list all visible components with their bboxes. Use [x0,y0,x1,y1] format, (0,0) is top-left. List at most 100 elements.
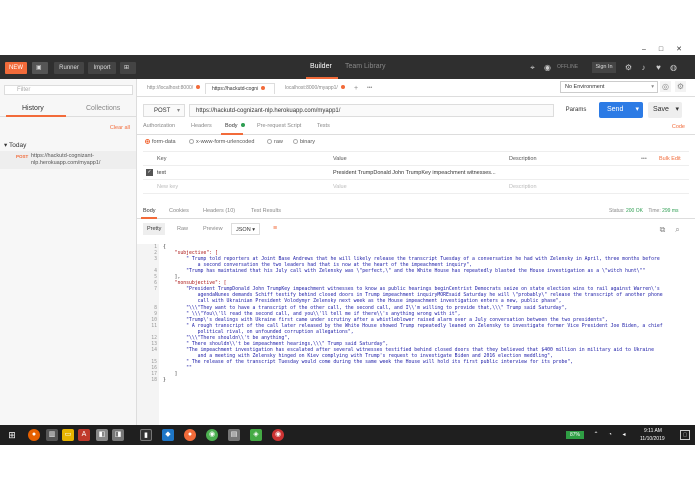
layout-toggle-button[interactable]: ▣ [32,62,48,74]
more-options-icon[interactable]: ••• [641,156,647,162]
new-window-button[interactable]: ⊞ [120,62,136,74]
format-preview-button[interactable]: Preview [199,223,227,235]
request-tab[interactable]: http://localhost:8000/ [141,83,201,94]
params-button[interactable]: Params [557,104,595,117]
task-view-icon[interactable]: ▥ [46,429,58,441]
wrap-lines-icon[interactable]: ≡ [269,223,281,235]
app-icon[interactable]: ◨ [112,429,124,441]
file-explorer-icon[interactable]: ▭ [62,429,74,441]
close-button[interactable]: ✕ [672,45,686,55]
line-number: 8 [154,305,157,311]
format-pretty-button[interactable]: Pretty [143,223,166,235]
network-icon[interactable]: ◔ [604,429,616,441]
response-code-view[interactable]: 1 2 3 4 5 6 7 8 9 10 11 12 13 14 15 16 17 18 { "subjectiv… [137,244,695,425]
chevron-down-icon: ▾ [635,106,639,113]
app-icon[interactable]: ◈ [250,429,262,441]
response-tab-cookies[interactable]: Cookies [169,208,189,214]
eye-icon[interactable]: ◎ [660,81,671,92]
form-data-table: Key Value Description ••• Bulk Edit ✓ te… [143,151,689,194]
code-link[interactable]: Code [672,124,685,130]
battery-indicator[interactable]: 87% [566,431,584,439]
new-button[interactable]: NEW [5,62,27,74]
sidebar-layout-icon: ▣ [36,65,42,71]
windows-start-icon[interactable]: ⊞ [6,429,18,441]
tab-collections[interactable]: Collections [86,105,120,112]
windows-taskbar: ⊞ ● ▥ ▭ A ◧ ◨ ▮ ◆ ● ◉ ▤ ◈ ◉ 87% ⌃ ◔ ◂ 9:… [0,425,695,445]
firefox-icon[interactable]: ● [28,429,40,441]
clock-date[interactable]: 11/10/2019 [640,436,665,442]
postman-icon[interactable]: ● [184,429,196,441]
title-bar: – □ ✕ [0,45,695,55]
vscode-icon[interactable]: ◆ [162,429,174,441]
row-value[interactable]: President TrumpDonald John TrumpKey impe… [333,170,496,176]
code-line: "Trump\'s dealings with Ukraine first ca… [163,317,608,323]
environment-select[interactable]: No Environment ▾ [560,81,658,93]
response-tab-test-results[interactable]: Test Results [251,208,281,214]
more-tabs-button[interactable]: ••• [361,83,372,94]
radio-raw[interactable]: raw [267,139,283,145]
satellite-icon[interactable]: ◍ [668,62,679,73]
import-button[interactable]: Import [88,62,116,74]
method-select[interactable]: POST ▾ [143,104,185,117]
send-button[interactable]: Send ▾ [599,102,643,118]
sign-in-button[interactable]: Sign In [592,62,616,73]
new-window-icon: ⊞ [124,65,130,71]
row-enabled-checkbox[interactable]: ✓ [146,169,153,176]
radio-form-data[interactable]: form-data [145,139,176,145]
row-key[interactable]: text [157,170,166,176]
mode-team-library-tab[interactable]: Team Library [345,63,385,70]
language-select[interactable]: JSON ▾ [231,223,260,235]
code-line: " A rough transcript of the call later r… [163,323,663,329]
request-tab-active[interactable]: https://hackutd-cogni [205,83,275,94]
history-group-today[interactable]: ▾ Today [4,141,26,149]
chrome-icon[interactable]: ◉ [272,429,284,441]
gear-icon[interactable]: ⚙ [675,81,686,92]
bell-icon[interactable]: ♪ [638,62,649,73]
chrome-icon[interactable]: ◉ [206,429,218,441]
line-number: 17 [151,372,157,378]
interceptor-icon[interactable]: ⌖ [527,62,538,73]
request-tab[interactable]: localhost:8000/myapp1/ [279,83,349,94]
add-tab-button[interactable]: + [348,83,358,94]
tab-headers[interactable]: Headers [191,123,212,129]
bulk-edit-link[interactable]: Bulk Edit [659,156,681,162]
radio-binary[interactable]: binary [293,139,315,145]
new-description-input[interactable]: Description [509,184,537,190]
volume-icon[interactable]: ◂ [618,429,630,441]
url-input[interactable]: https://hackutd-cognizant-nlp.herokuapp.… [189,104,554,117]
runner-button[interactable]: Runner [54,62,84,74]
tab-tests[interactable]: Tests [317,123,330,129]
chevron-up-icon[interactable]: ⌃ [590,429,602,441]
filter-input[interactable]: Filter [4,85,133,95]
line-number: 12 [151,335,157,341]
column-value: Value [333,156,347,162]
notifications-icon[interactable]: ▢ [680,430,690,440]
heart-icon[interactable]: ♥ [653,62,664,73]
pdf-reader-icon[interactable]: A [78,429,90,441]
maximize-button[interactable]: □ [654,45,668,55]
response-tab-headers[interactable]: Headers (10) [203,208,235,214]
response-tab-body[interactable]: Body [143,208,156,214]
mode-builder-tab[interactable]: Builder [310,63,332,70]
tab-body[interactable]: Body [225,123,245,129]
app-icon[interactable]: ◧ [96,429,108,441]
tab-history[interactable]: History [22,105,44,112]
format-raw-button[interactable]: Raw [173,223,192,235]
unsaved-dot [196,85,201,89]
history-item[interactable]: POST https://hackutd-cognizant-nlp.herok… [0,151,136,169]
tab-authorization[interactable]: Authorization [143,123,175,129]
wrench-icon[interactable]: ⚙ [623,62,634,73]
radio-urlencoded[interactable]: x-www-form-urlencoded [189,139,254,145]
search-icon[interactable]: ⌕ [672,224,683,235]
terminal-icon[interactable]: ▮ [140,429,152,441]
clear-all-link[interactable]: Clear all [110,125,130,131]
app-icon[interactable]: ▤ [228,429,240,441]
clock-time[interactable]: 9:11 AM [644,428,662,434]
copy-icon[interactable]: ⧉ [657,224,668,235]
tab-prerequest-script[interactable]: Pre-request Script [257,123,301,129]
save-button[interactable]: Save ▾ [648,102,682,118]
new-key-input[interactable]: New key [157,184,178,190]
sync-icon[interactable]: ◉ [542,62,553,73]
new-value-input[interactable]: Value [333,184,347,190]
minimize-button[interactable]: – [637,45,651,55]
